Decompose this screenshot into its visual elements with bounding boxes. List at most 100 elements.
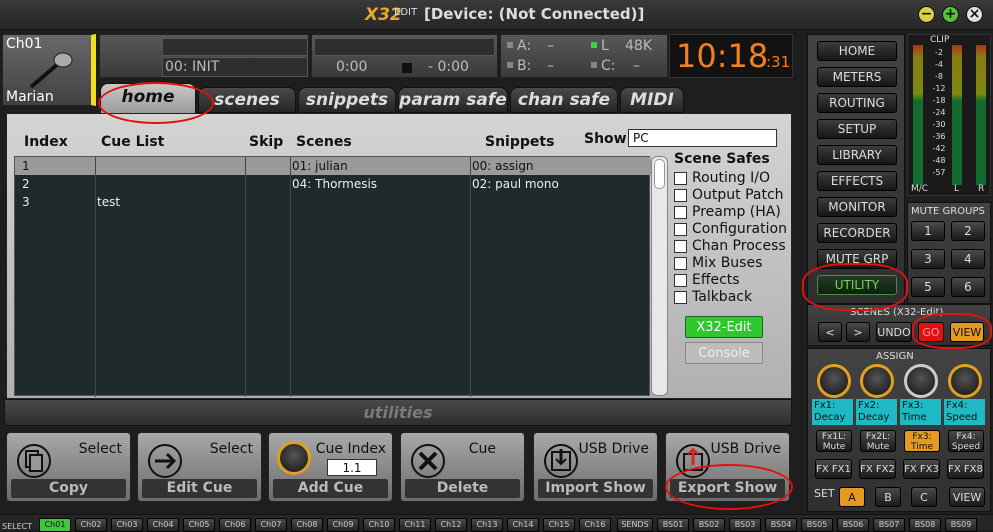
console-button[interactable]: Console [685,342,763,364]
cue-index-knob[interactable] [277,441,311,475]
nav-library[interactable]: LIBRARY [817,145,897,165]
nav-effects[interactable]: EFFECTS [817,171,897,191]
checkbox[interactable] [674,291,687,304]
mute-group-1[interactable]: 1 [911,221,945,241]
table-row[interactable]: 3 test [15,193,651,211]
cue-index-input[interactable] [327,459,377,476]
nav-recorder[interactable]: RECORDER [817,223,897,243]
edit-cue-button[interactable]: Select Edit Cue [137,432,262,502]
table-row[interactable]: 2 04: Thormesis 02: paul mono [15,175,651,193]
edit-label: EDIT [394,7,418,18]
checkbox[interactable] [674,223,687,236]
cell-cue: test [97,195,121,209]
tab-scenes[interactable]: scenes [198,87,296,113]
fx-fx2-button[interactable]: FX FX2 [859,459,896,479]
nav-meters[interactable]: METERS [817,67,897,87]
scene-view-button[interactable]: VIEW [950,322,984,342]
delete-button[interactable]: Cue Delete [400,432,525,502]
stop-icon[interactable] [402,63,412,73]
safe-label: Configuration [692,221,787,237]
x32-edit-button[interactable]: X32-Edit [685,316,763,338]
tab-chan-safe[interactable]: chan safe [510,87,618,113]
fx4-label: Fx4: Speed [944,399,985,425]
fx4-knob[interactable] [948,364,982,398]
safe-label: Talkback [692,289,753,305]
device-title: [Device: (Not Connected)] [424,5,645,23]
mute-group-6[interactable]: 6 [951,277,985,297]
nav-monitor[interactable]: MONITOR [817,197,897,217]
maximize-icon[interactable]: + [942,6,959,23]
tab-midi[interactable]: MIDI [620,87,684,113]
fx2l-mute-button[interactable]: Fx2L: Mute [860,430,896,452]
checkbox[interactable] [674,257,687,270]
safe-label: Effects [692,272,740,288]
export-show-button[interactable]: USB Drive Export Show [665,432,790,502]
column-divider [245,157,246,397]
fx-fx3-button[interactable]: FX FX3 [903,459,940,479]
header-skip: Skip [249,134,284,150]
cell-snippet: 02: paul mono [472,177,559,191]
table-row[interactable]: 1 01: julian 00: assign [15,157,651,175]
checkbox[interactable] [674,206,687,219]
copy-button[interactable]: Select Copy [6,432,131,502]
fx4-speed-button[interactable]: Fx4: Speed [948,430,984,452]
scene-display: 00: INIT [99,34,309,78]
channel-panel[interactable]: Ch01 Marian [2,34,96,106]
tab-snippets[interactable]: snippets [298,87,396,113]
import-show-button[interactable]: USB Drive Import Show [533,432,658,502]
mute-group-4[interactable]: 4 [951,249,985,269]
fx1l-mute-button[interactable]: Fx1L: Mute [816,430,852,452]
mute-group-3[interactable]: 3 [911,249,945,269]
scene-go-button[interactable]: GO [918,322,944,342]
add-cue-button[interactable]: Cue Index Add Cue [268,432,393,502]
safe-label: Preamp (HA) [692,204,781,220]
fx3-time-button[interactable]: Fx3: Time [904,430,940,452]
import-top-label: USB Drive [578,441,649,457]
fx3-knob[interactable] [904,364,938,398]
checkbox[interactable] [674,172,687,185]
scale-tick: -48 [932,156,946,165]
checkbox[interactable] [674,240,687,253]
assign-view-button[interactable]: VIEW [949,487,985,507]
nav-mute-grp[interactable]: MUTE GRP [817,249,897,269]
meter-l-label: L [954,184,960,194]
mute-group-5[interactable]: 5 [911,277,945,297]
scene-next-button[interactable]: > [846,322,870,342]
mute-group-2[interactable]: 2 [951,221,985,241]
close-icon[interactable]: × [966,6,983,23]
copy-top-label: Select [78,441,122,457]
nav-setup[interactable]: SETUP [817,119,897,139]
nav-utility[interactable]: UTILITY [817,275,897,295]
meter-r-label: R [978,184,985,194]
table-scrollbar[interactable] [651,156,668,396]
scene-undo-button[interactable]: UNDO [876,322,912,342]
fx1-knob[interactable] [817,364,851,398]
fx-fx8-button[interactable]: FX FX8 [947,459,984,479]
fx2-knob[interactable] [860,364,894,398]
set-b-button[interactable]: B [875,487,901,507]
scene-prev-button[interactable]: < [818,322,842,342]
cue-table[interactable]: 1 01: julian 00: assign 2 04: Thormesis … [14,156,651,397]
tab-home[interactable]: home [100,83,196,115]
meter-bar-l [952,45,962,185]
set-a-button[interactable]: A [839,487,865,507]
scale-tick: -24 [932,108,946,117]
b-value: – [547,58,554,74]
tab-param-safe[interactable]: param safe [398,87,508,113]
delete-label: Delete [405,479,520,498]
meter-bar-mc [913,45,923,185]
checkbox[interactable] [674,274,687,287]
safe-label: Routing I/O [692,170,770,186]
nav-routing[interactable]: ROUTING [817,93,897,113]
fx-fx1-button[interactable]: FX FX1 [815,459,852,479]
show-input[interactable] [628,129,777,147]
set-c-button[interactable]: C [911,487,937,507]
minimize-icon[interactable]: − [918,6,935,23]
scroll-thumb[interactable] [654,159,665,189]
export-top-label: USB Drive [710,441,781,457]
checkbox[interactable] [674,189,687,202]
nav-home[interactable]: HOME [817,41,897,61]
copy-label: Copy [11,479,126,498]
b-label: B: [517,58,532,74]
status-display: A: – L 48K B: – C: – [500,34,668,78]
